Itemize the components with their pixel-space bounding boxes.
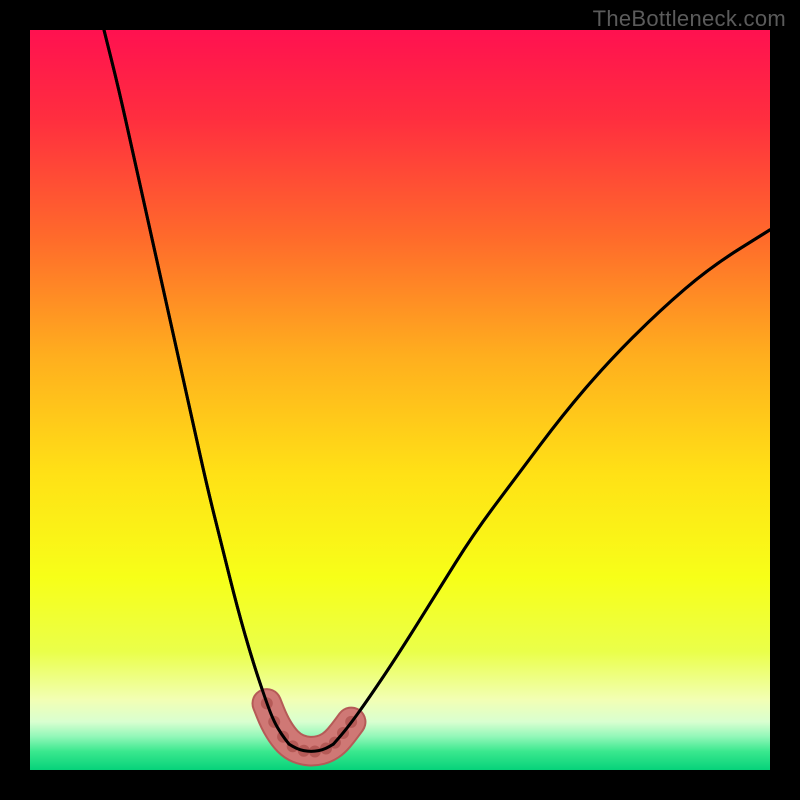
plot-area (30, 30, 770, 770)
gradient-background (30, 30, 770, 770)
watermark-text: TheBottleneck.com (593, 6, 786, 32)
chart-frame: TheBottleneck.com (0, 0, 800, 800)
bottleneck-chart (30, 30, 770, 770)
